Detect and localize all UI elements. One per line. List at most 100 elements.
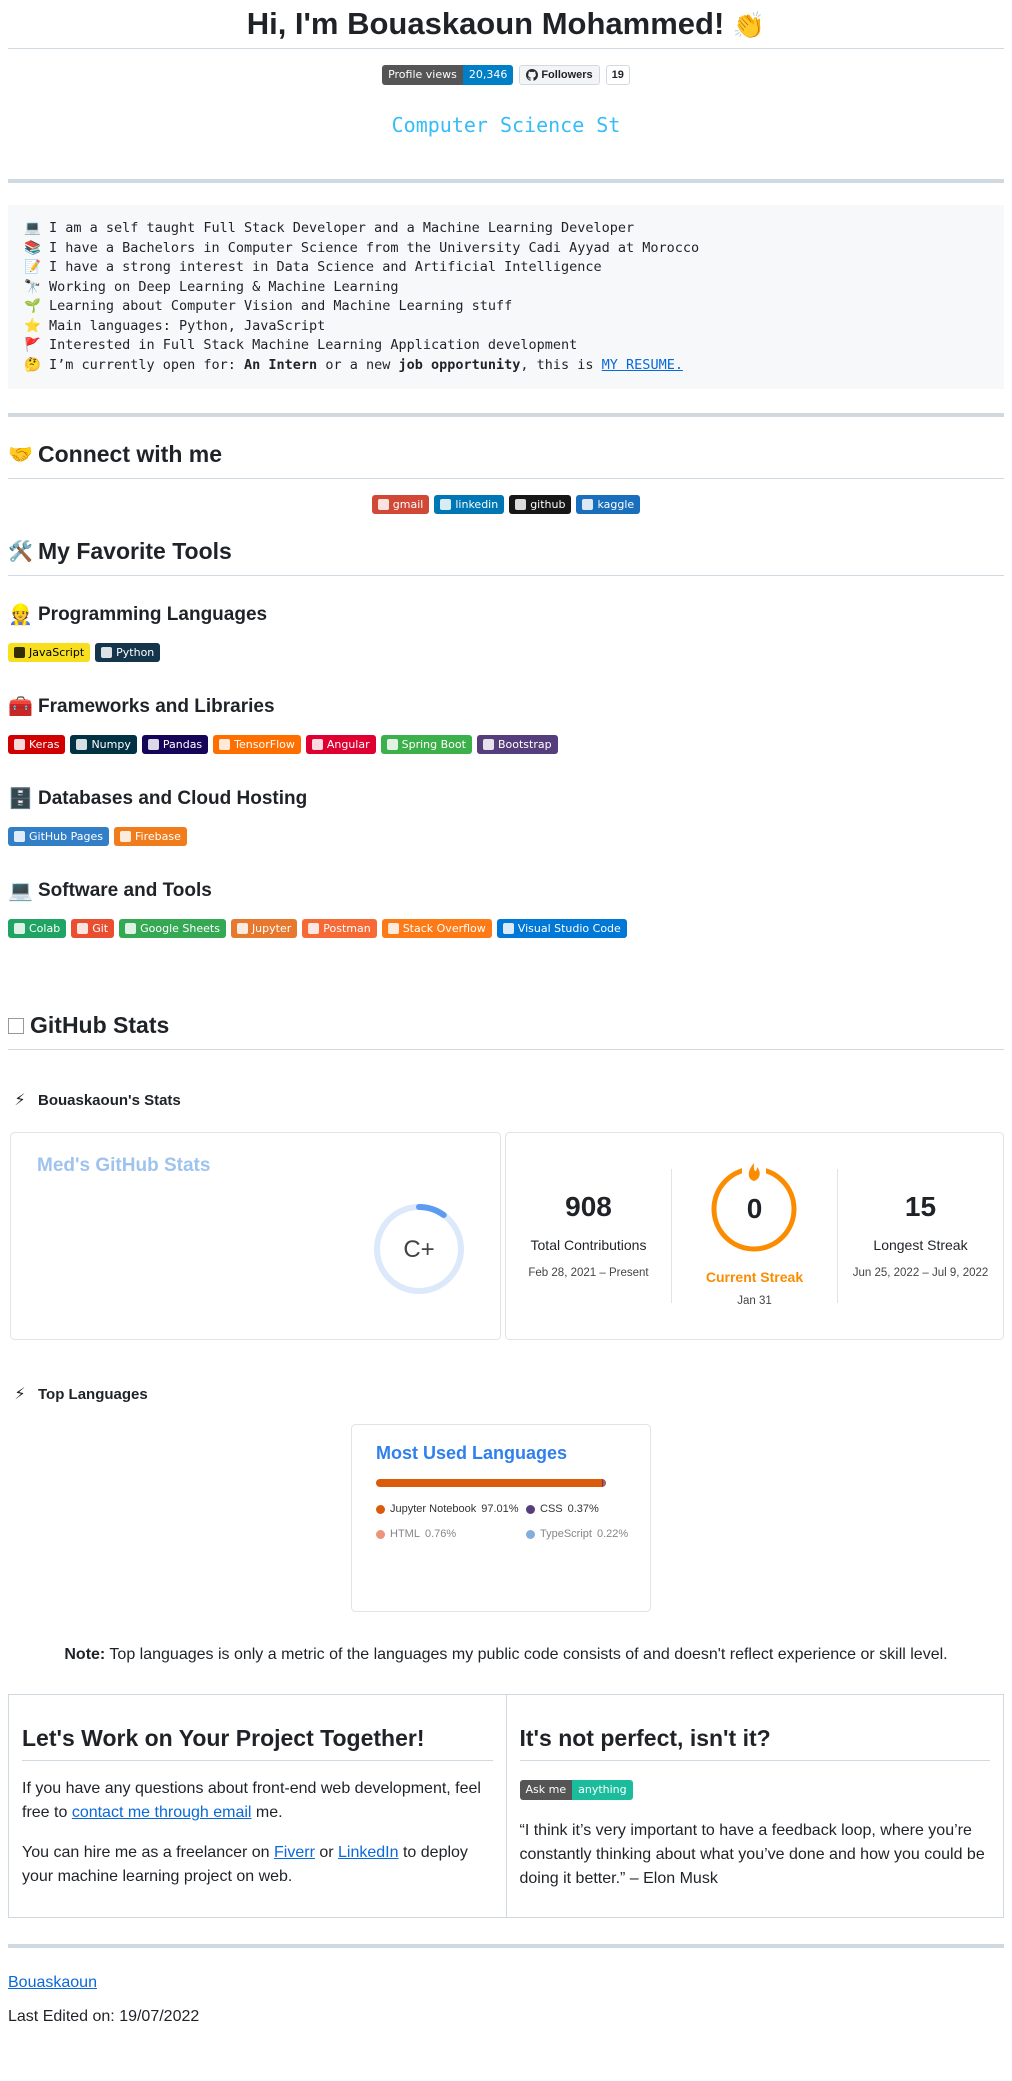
language-name: CSS: [540, 1503, 563, 1515]
tool-badges: Keras Numpy Pandas TensorFlow Angular Spring …: [8, 735, 1004, 754]
tool-badge[interactable]: Jupyter: [230, 919, 298, 938]
github-stats-title: GitHub Stats: [30, 1012, 170, 1038]
tool-badge-label: Python: [116, 646, 155, 659]
about-line: 🚩 Interested in Full Stack Machine Learn…: [24, 336, 988, 356]
connect-badge-linkedin[interactable]: linkedin: [434, 495, 505, 514]
tool-badge-label: Google Sheets: [140, 922, 220, 935]
divider: [8, 1049, 1004, 1050]
intern-text: An Intern: [244, 356, 318, 373]
tool-badge-label: TensorFlow: [234, 738, 295, 751]
quote: “I think it’s very important to have a f…: [519, 1822, 985, 1887]
about-line-emoji: ⭐: [24, 317, 41, 334]
tool-logo-icon: [14, 923, 25, 934]
streak-card: 908 Total Contributions Feb 28, 2021 – P…: [505, 1132, 1004, 1340]
tool-badges: Colab Git Google Sheets Jupyter Postman Stack…: [8, 919, 1004, 938]
about-line-emoji: 🚩: [24, 337, 41, 353]
longest-streak: 15 Longest Streak Jun 25, 2022 – Jul 9, …: [838, 1133, 1003, 1339]
langs-card-title: Most Used Languages: [376, 1443, 568, 1463]
tool-badge[interactable]: TensorFlow: [213, 735, 301, 754]
tool-badge[interactable]: GitHub Pages: [8, 827, 109, 846]
tool-logo-icon: [308, 923, 320, 934]
tool-group-title: Programming Languages: [38, 603, 268, 625]
total-label: Total Contributions: [530, 1237, 647, 1253]
tool-badges: GitHub Pages Firebase: [8, 827, 1004, 846]
fiverr-link[interactable]: Fiverr: [274, 1844, 315, 1861]
about-line-text: I am a self taught Full Stack Developer …: [48, 220, 635, 236]
followers-button[interactable]: Followers: [519, 65, 600, 85]
about-line-emoji: 💻: [24, 220, 41, 236]
tool-group-heading: 👷 Programming Languages: [8, 602, 1004, 627]
about-line-text: Interested in Full Stack Machine Learnin…: [48, 337, 578, 353]
language-legend-item: TypeScript 0.22%: [526, 1528, 628, 1540]
work-left-cell: Let's Work on Your Project Together! If …: [8, 1694, 507, 1918]
linkedin-link[interactable]: LinkedIn: [338, 1844, 399, 1861]
tool-badge[interactable]: Firebase: [113, 827, 187, 846]
tool-badge[interactable]: Spring Boot: [380, 735, 472, 754]
tool-badge-label: Git: [92, 922, 109, 935]
contact-email-link[interactable]: contact me through email: [72, 1804, 252, 1821]
note-text: Top languages is only a metric of the la…: [105, 1646, 948, 1663]
tool-badge[interactable]: Python: [95, 643, 161, 662]
tool-badge[interactable]: Keras: [8, 735, 66, 754]
tool-badge[interactable]: Angular: [305, 735, 376, 754]
tools-heading: 🛠️ My Favorite Tools: [8, 538, 1004, 565]
tool-logo-icon: [502, 923, 514, 934]
tool-badge[interactable]: Bootstrap: [476, 735, 558, 754]
tool-badge[interactable]: JavaScript: [8, 643, 91, 662]
tool-badge[interactable]: Git: [71, 919, 115, 938]
tool-badges: JavaScript Python: [8, 643, 1004, 662]
language-name: Jupyter Notebook: [390, 1503, 477, 1515]
badge-row: Profile views 20,346 Followers 19: [8, 65, 1004, 85]
connect-badge-label: linkedin: [455, 498, 499, 511]
tool-group-heading: 💻 Software and Tools: [8, 878, 1004, 903]
top-langs-subheading-text: Top Languages: [38, 1385, 148, 1403]
tool-group-emoji: 🧰: [8, 696, 33, 718]
about-line: ⭐ Main languages: Python, JavaScript: [24, 317, 988, 337]
tool-logo-icon: [125, 923, 137, 934]
ask-me-anything-badge[interactable]: Ask me anything: [519, 1780, 633, 1800]
tool-logo-icon: [387, 923, 399, 934]
grade-ring: C+: [374, 1204, 464, 1294]
connect-badge-github[interactable]: github: [509, 495, 572, 514]
languages-bar: [376, 1479, 606, 1487]
divider: [8, 48, 1004, 49]
total-range: Feb 28, 2021 – Present: [528, 1267, 649, 1279]
about-line-emoji: 📝: [24, 259, 41, 275]
profile-views-value: 20,346: [462, 65, 514, 85]
tool-badge[interactable]: Pandas: [141, 735, 209, 754]
work-left-title: Let's Work on Your Project Together!: [22, 1725, 493, 1761]
connect-badge-gmail[interactable]: gmail: [371, 495, 430, 514]
connect-badges: gmail linkedin github kaggle: [8, 495, 1004, 514]
tool-group-emoji: 👷: [8, 604, 33, 626]
followers-count[interactable]: 19: [605, 65, 630, 85]
lightning-emoji: ⚡: [14, 1386, 26, 1403]
work-right-title: It's not perfect, isn't it?: [519, 1725, 990, 1761]
tool-badge[interactable]: Colab: [8, 919, 67, 938]
current-value: 0: [746, 1193, 763, 1224]
ask-me-badge-row: Ask me anything: [519, 1777, 991, 1801]
connect-badge-kaggle[interactable]: kaggle: [576, 495, 641, 514]
profile-views-badge[interactable]: Profile views 20,346: [382, 65, 514, 85]
tool-badge-label: JavaScript: [29, 646, 85, 659]
tool-badge[interactable]: Stack Overflow: [381, 919, 492, 938]
connect-heading: 🤝 Connect with me: [8, 441, 1004, 468]
stats-subheading-text: Bouaskaoun's Stats: [38, 1091, 181, 1109]
resume-link[interactable]: MY RESUME.: [602, 357, 683, 373]
tool-badge[interactable]: Numpy: [70, 735, 137, 754]
tool-badge[interactable]: Visual Studio Code: [496, 919, 627, 938]
language-dot: [376, 1529, 385, 1539]
tool-badge[interactable]: Google Sheets: [119, 919, 226, 938]
github-icon: [526, 69, 539, 81]
work-left-p1: If you have any questions about front-en…: [22, 1777, 493, 1825]
top-langs-subheading: ⚡ Top Languages: [8, 1384, 1004, 1404]
language-dot: [526, 1529, 535, 1539]
tool-badge[interactable]: Postman: [302, 919, 377, 938]
p2-text: You can hire me as a freelancer on: [22, 1844, 275, 1861]
page-title: Hi, I'm Bouaskaoun Mohammed! 👏: [8, 0, 1004, 44]
about-line: 🌱 Learning about Computer Vision and Mac…: [24, 297, 988, 317]
current-streak: 0 Current Streak Jan 31: [672, 1133, 837, 1339]
tool-logo-icon: [236, 923, 248, 934]
tools-emoji: 🛠️: [8, 541, 33, 563]
work-table: Let's Work on Your Project Together! If …: [8, 1694, 1004, 1918]
footer-profile-link[interactable]: Bouaskaoun: [8, 1974, 97, 1991]
